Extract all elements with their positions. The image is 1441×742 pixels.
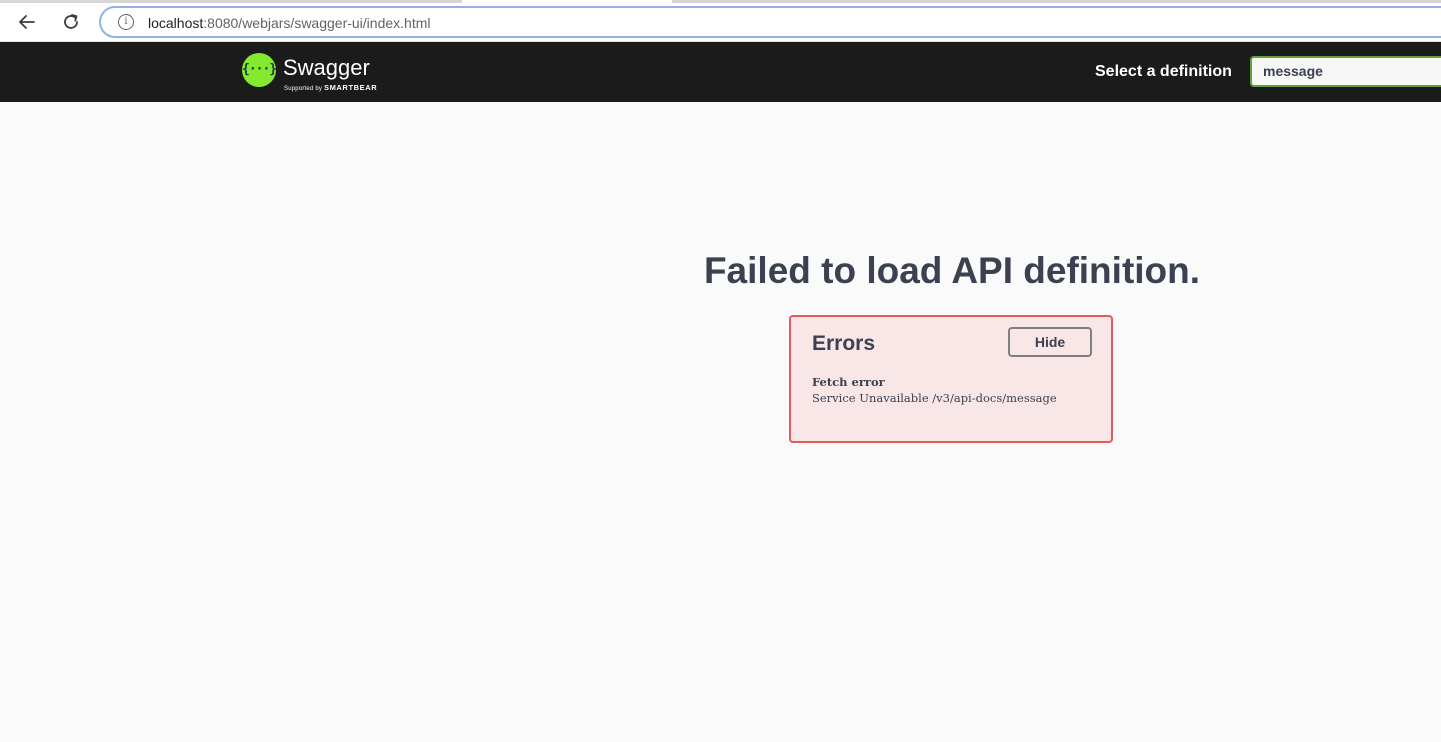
logo-tagline-brand: SMARTBEAR xyxy=(323,83,378,92)
tab-strip xyxy=(0,0,1441,3)
swagger-topbar: {···} Swagger Supported by SMARTBEAR Sel… xyxy=(0,42,1441,102)
logo-tagline-prefix: Supported by xyxy=(284,86,323,92)
swagger-logo[interactable]: {···} Swagger Supported by SMARTBEAR xyxy=(242,53,392,93)
errors-panel: Errors Hide Fetch error Service Unavaila… xyxy=(789,315,1113,443)
logo-tagline: Supported by SMARTBEAR xyxy=(284,83,377,92)
error-message: Service Unavailable /v3/api-docs/message xyxy=(812,391,1057,405)
tab-strip-segment xyxy=(0,0,462,3)
address-bar[interactable]: i localhost:8080/webjars/swagger-ui/inde… xyxy=(99,6,1441,38)
reload-button[interactable] xyxy=(58,9,84,35)
url-path: :8080/webjars/swagger-ui/index.html xyxy=(203,15,431,31)
page-title: Failed to load API definition. xyxy=(703,250,1201,291)
errors-heading: Errors xyxy=(812,332,876,355)
back-button[interactable] xyxy=(14,9,40,35)
logo-name: Swagger xyxy=(283,55,370,80)
select-definition-label: Select a definition xyxy=(1095,63,1232,80)
info-icon[interactable]: i xyxy=(118,14,134,30)
url-text[interactable]: localhost:8080/webjars/swagger-ui/index.… xyxy=(148,15,431,31)
reload-icon xyxy=(64,14,78,29)
tab-strip-segment xyxy=(672,0,1441,3)
error-name: Fetch error xyxy=(812,375,885,389)
definition-select[interactable]: message xyxy=(1250,56,1441,87)
browser-toolbar: i localhost:8080/webjars/swagger-ui/inde… xyxy=(0,0,1441,42)
url-host: localhost xyxy=(148,15,204,31)
swagger-logo-icon: {···} xyxy=(242,53,277,87)
arrow-left-icon xyxy=(19,15,35,29)
hide-button[interactable]: Hide xyxy=(1008,327,1092,357)
